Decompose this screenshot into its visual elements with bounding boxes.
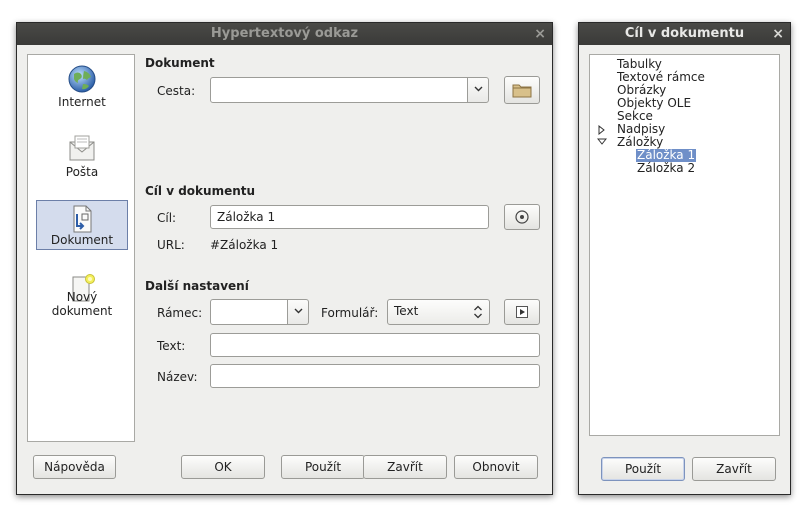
target-in-document-button[interactable]	[504, 204, 540, 230]
globe-icon	[68, 65, 96, 93]
url-value: #Záložka 1	[210, 238, 279, 252]
text-input[interactable]	[210, 333, 540, 357]
path-dropdown-button[interactable]	[467, 77, 489, 103]
apply-button[interactable]: Použít	[281, 455, 365, 479]
sidebar-item-new-document[interactable]: Nový dokument	[36, 270, 128, 320]
path-input[interactable]	[210, 77, 468, 103]
apply-button[interactable]: Použít	[601, 457, 685, 481]
reset-button[interactable]: Obnovit	[454, 455, 538, 479]
further-settings-heading: Další nastavení	[145, 279, 249, 293]
hyperlink-dialog: Hypertextový odkaz × Internet Pošta Doku…	[16, 22, 553, 495]
sidebar-item-label: Pošta	[65, 165, 99, 179]
frame-dropdown-button[interactable]	[287, 299, 309, 325]
tree-item-bookmark-2[interactable]: Záložka 2	[637, 162, 695, 175]
sidebar-item-document[interactable]: Dokument	[36, 200, 128, 250]
help-button[interactable]: Nápověda	[33, 455, 116, 479]
hyperlink-type-sidebar: Internet Pošta Dokument Nový dokument	[27, 54, 135, 442]
close-button[interactable]: Zavřít	[363, 455, 447, 479]
target-in-document-dialog: Cíl v dokumentu × Tabulky Textové rámce …	[578, 22, 791, 495]
folder-icon	[512, 84, 532, 98]
sidebar-item-label: Nový dokument	[51, 290, 113, 318]
close-button[interactable]: Zavřít	[692, 457, 776, 481]
hyperlink-dialog-title: Hypertextový odkaz	[210, 26, 359, 41]
path-label: Cesta:	[157, 84, 196, 98]
form-label: Formulář:	[321, 306, 379, 320]
play-icon	[516, 306, 528, 318]
form-select[interactable]: Text	[387, 299, 490, 325]
name-label: Název:	[157, 370, 198, 384]
document-target-icon	[73, 205, 92, 233]
expand-arrow-icon[interactable]	[598, 125, 606, 135]
url-label: URL:	[157, 238, 185, 252]
sidebar-item-label: Dokument	[50, 233, 114, 247]
chevron-down-icon	[474, 86, 482, 92]
ok-button[interactable]: OK	[181, 455, 265, 479]
text-label: Text:	[157, 339, 186, 353]
frame-combobox[interactable]	[210, 299, 288, 325]
collapse-arrow-icon[interactable]	[597, 138, 607, 146]
sidebar-item-internet[interactable]: Internet	[36, 61, 128, 111]
target-tree: Tabulky Textové rámce Obrázky Objekty OL…	[589, 54, 780, 436]
target-input[interactable]: Záložka 1	[210, 205, 489, 229]
target-label: Cíl:	[157, 211, 177, 225]
open-file-button[interactable]	[504, 76, 540, 104]
form-select-value: Text	[394, 304, 419, 318]
target-icon	[515, 210, 529, 224]
updown-arrows-icon	[474, 305, 482, 319]
target-dialog-title: Cíl v dokumentu	[624, 26, 745, 41]
events-button[interactable]	[504, 299, 540, 325]
sidebar-item-label: Internet	[58, 95, 106, 109]
target-section-heading: Cíl v dokumentu	[145, 184, 256, 198]
chevron-down-icon	[294, 308, 302, 314]
mail-icon	[69, 135, 95, 161]
name-input[interactable]	[210, 364, 540, 388]
target-dialog-titlebar[interactable]: Cíl v dokumentu ×	[579, 23, 790, 45]
document-section-heading: Dokument	[145, 56, 215, 70]
close-icon[interactable]: ×	[772, 23, 784, 45]
frame-label: Rámec:	[157, 306, 203, 320]
hyperlink-dialog-titlebar[interactable]: Hypertextový odkaz ×	[17, 23, 552, 45]
sidebar-item-mail[interactable]: Pošta	[36, 131, 128, 181]
close-icon[interactable]: ×	[534, 23, 546, 45]
